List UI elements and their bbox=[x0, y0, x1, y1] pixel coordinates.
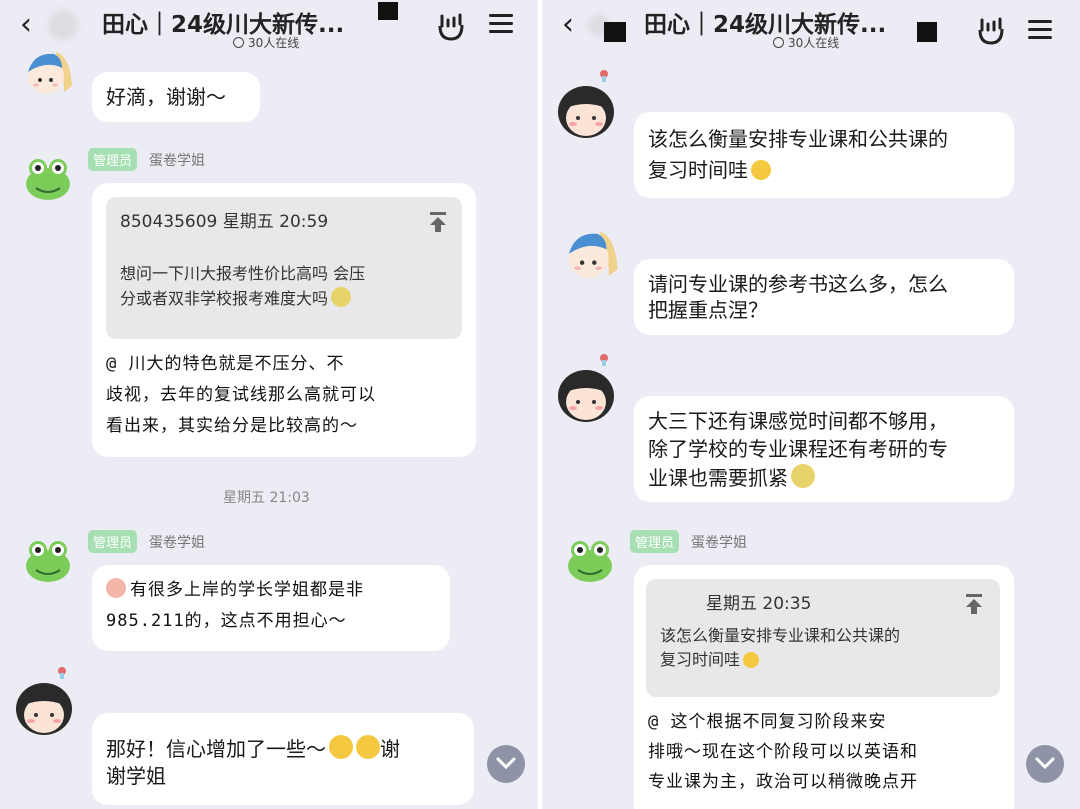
pin-up-arrow-icon[interactable] bbox=[964, 593, 984, 615]
redaction-block bbox=[604, 22, 626, 42]
reply-message-bubble[interactable]: 850435609 星期五 20:59 想问一下川大报考性价比高吗 会压 分或者… bbox=[92, 183, 476, 457]
reply-line-1: @ 这个根据不同复习阶段来安 bbox=[648, 712, 887, 732]
back-arrow-icon[interactable]: ‹ bbox=[20, 10, 32, 40]
scroll-down-button[interactable] bbox=[1026, 745, 1064, 783]
admin-badge: 管理员 bbox=[88, 530, 138, 553]
crying-emoji-icon bbox=[791, 464, 815, 488]
reply-line-3: 专业课为主，政治可以稍微晚点开 bbox=[648, 772, 918, 792]
message-line-3: 业课也需要抓紧 bbox=[648, 464, 815, 492]
cry-emoji-icon bbox=[331, 287, 352, 307]
message-line-2: 复习时间哇 bbox=[648, 157, 771, 184]
chat-header: ‹ 田心｜24级川大新传... 30人在线 bbox=[0, 0, 538, 58]
admin-badge: 管理员 bbox=[630, 530, 680, 553]
avatar-frog[interactable] bbox=[562, 532, 618, 588]
redaction-block bbox=[917, 22, 937, 42]
rock-hand-icon[interactable] bbox=[976, 16, 1006, 46]
quote-line-1: 想问一下川大报考性价比高吗 会压 bbox=[120, 264, 366, 283]
online-count-text: 30人在线 bbox=[248, 36, 300, 50]
quote-header: 星期五 20:35 bbox=[706, 594, 812, 614]
redaction-block bbox=[378, 2, 398, 20]
sender-name[interactable]: 蛋卷学姐 bbox=[691, 532, 747, 552]
chat-title[interactable]: 田心｜24级川大新传... bbox=[644, 5, 886, 39]
message-line-1-text: 有很多上岸的学长学姐都是非 bbox=[130, 580, 364, 600]
happy-emoji-icon bbox=[356, 735, 380, 759]
timestamp: 星期五 21:03 bbox=[223, 490, 310, 506]
chat-title[interactable]: 田心｜24级川大新传... bbox=[102, 5, 344, 39]
message-bubble[interactable]: 大三下还有课感觉时间都不够用， 除了学校的专业课程还有考研的专 业课也需要抓紧 bbox=[634, 396, 1014, 502]
scroll-down-icon bbox=[1035, 757, 1055, 770]
thinking-emoji-icon bbox=[751, 160, 771, 180]
rock-hand-icon[interactable] bbox=[436, 12, 466, 42]
avatar-black-hair-girl[interactable] bbox=[554, 352, 618, 428]
sender-name[interactable]: 蛋卷学姐 bbox=[149, 150, 205, 170]
message-bubble[interactable]: 那好！信心增加了一些～ 谢 谢学姐 bbox=[92, 713, 474, 805]
avatar-blue-hat-girl[interactable] bbox=[560, 224, 622, 288]
quote-line-1: 该怎么衡量安排专业课和公共课的 bbox=[660, 626, 901, 645]
message-line-1: 请问专业课的参考书这么多，怎么 bbox=[648, 272, 948, 296]
avatar-black-hair-girl[interactable] bbox=[12, 665, 76, 741]
group-avatar[interactable] bbox=[48, 10, 78, 40]
reply-line-3: 看出来，其实给分是比较高的～ bbox=[106, 416, 358, 436]
happy-emoji-icon bbox=[329, 735, 353, 759]
quote-line-2-text: 复习时间哇 bbox=[660, 650, 741, 669]
chat-header: ‹ 田心｜24级川大新传... 30人在线 bbox=[542, 0, 1080, 58]
online-count-text: 30人在线 bbox=[788, 36, 840, 50]
message-line-1: 该怎么衡量安排专业课和公共课的 bbox=[648, 127, 948, 151]
reply-message-bubble[interactable]: 星期五 20:35 该怎么衡量安排专业课和公共课的 复习时间哇 @ 这个根据不同… bbox=[634, 565, 1014, 809]
menu-icon[interactable] bbox=[489, 14, 513, 34]
message-line-2: 985.211的，这点不用担心～ bbox=[106, 611, 347, 631]
chat-panel-right: ‹ 田心｜24级川大新传... 30人在线 该怎么衡量安排专业课和公共课的 复习… bbox=[542, 0, 1080, 809]
message-line-1: 大三下还有课感觉时间都不够用， bbox=[648, 409, 948, 433]
avatar-black-hair-girl[interactable] bbox=[554, 68, 618, 144]
message-line-3-text: 业课也需要抓紧 bbox=[648, 466, 788, 490]
menu-icon[interactable] bbox=[1028, 20, 1052, 40]
quote-line-2: 复习时间哇 bbox=[660, 649, 760, 671]
message-line-2: 把握重点涅？ bbox=[648, 298, 768, 322]
quote-line-2: 分或者双非学校报考难度大吗 bbox=[120, 287, 352, 310]
message-bubble[interactable]: 好滴，谢谢～ bbox=[92, 72, 260, 122]
admin-badge: 管理员 bbox=[88, 148, 138, 171]
avatar-blue-hat-girl[interactable] bbox=[20, 46, 76, 102]
thinking-emoji-icon bbox=[743, 652, 760, 668]
quote-line-2-text: 分或者双非学校报考难度大吗 bbox=[120, 289, 329, 308]
quoted-message[interactable]: 星期五 20:35 该怎么衡量安排专业课和公共课的 复习时间哇 bbox=[646, 579, 1000, 697]
chat-panel-left: ‹ 田心｜24级川大新传... 30人在线 好滴，谢谢～ 管理员 蛋卷学姐 85… bbox=[0, 0, 538, 809]
message-line-1: 有很多上岸的学长学姐都是非 bbox=[106, 575, 364, 606]
message-line-2: 谢学姐 bbox=[106, 764, 166, 788]
reply-line-2: 歧视，去年的复试线那么高就可以 bbox=[106, 385, 376, 405]
pin-up-arrow-icon[interactable] bbox=[428, 211, 448, 233]
message-text: 好滴，谢谢～ bbox=[106, 85, 226, 109]
message-line-2: 除了学校的专业课程还有考研的专 bbox=[648, 437, 948, 461]
sender-name[interactable]: 蛋卷学姐 bbox=[149, 532, 205, 552]
online-count: 30人在线 bbox=[233, 34, 299, 51]
quote-header: 850435609 星期五 20:59 bbox=[120, 212, 329, 232]
scroll-down-button[interactable] bbox=[487, 745, 525, 783]
message-bubble[interactable]: 该怎么衡量安排专业课和公共课的 复习时间哇 bbox=[634, 112, 1014, 198]
message-bubble[interactable]: 请问专业课的参考书这么多，怎么 把握重点涅？ bbox=[634, 259, 1014, 335]
back-arrow-icon[interactable]: ‹ bbox=[562, 10, 574, 40]
scroll-down-icon bbox=[496, 757, 516, 770]
message-line-2-text: 复习时间哇 bbox=[648, 158, 748, 182]
online-count: 30人在线 bbox=[773, 34, 839, 51]
online-people-icon bbox=[773, 37, 784, 48]
reply-line-2: 排哦～现在这个阶段可以以英语和 bbox=[648, 742, 918, 762]
reply-line-1: @ 川大的特色就是不压分、不 bbox=[106, 354, 345, 374]
avatar-frog[interactable] bbox=[20, 150, 76, 206]
online-people-icon bbox=[233, 37, 244, 48]
message-line-1: 那好！信心增加了一些～ 谢 bbox=[106, 735, 400, 763]
avatar-frog[interactable] bbox=[20, 532, 76, 588]
message-line-1-text: 那好！信心增加了一些～ bbox=[106, 737, 326, 761]
message-line-1-tail: 谢 bbox=[380, 737, 400, 761]
message-bubble[interactable]: 有很多上岸的学长学姐都是非 985.211的，这点不用担心～ bbox=[92, 565, 450, 651]
quoted-message[interactable]: 850435609 星期五 20:59 想问一下川大报考性价比高吗 会压 分或者… bbox=[106, 197, 462, 339]
shy-emoji-icon bbox=[106, 578, 126, 598]
